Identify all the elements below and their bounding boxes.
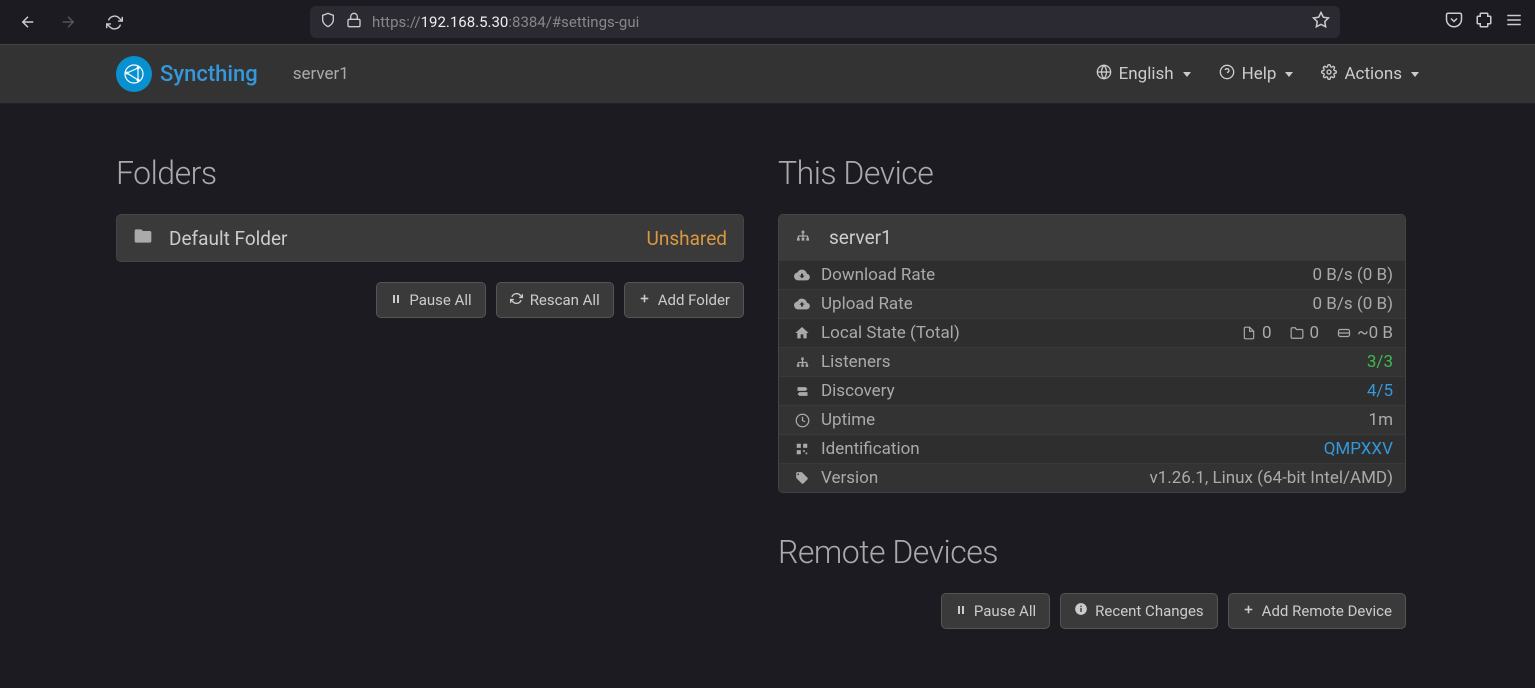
reload-button[interactable] xyxy=(98,6,130,38)
app-navbar: Syncthing server1 English Help Actions xyxy=(0,44,1535,104)
caret-down-icon xyxy=(1183,72,1191,77)
cloud-upload-icon xyxy=(791,296,813,312)
browser-toolbar: https://192.168.5.30:8384/#settings-gui xyxy=(0,0,1535,44)
home-icon xyxy=(791,325,813,341)
pause-icon xyxy=(955,602,967,620)
folder-label: Default Folder xyxy=(169,227,288,250)
recent-changes-button[interactable]: Recent Changes xyxy=(1060,593,1218,629)
info-circle-icon xyxy=(1074,602,1088,620)
question-circle-icon xyxy=(1219,64,1235,85)
pocket-icon[interactable] xyxy=(1445,11,1463,33)
gear-icon xyxy=(1321,64,1337,85)
main-container: Folders Default Folder Unshared Pause Al… xyxy=(0,104,1535,629)
remote-devices-heading: Remote Devices xyxy=(778,533,1406,571)
extensions-icon[interactable] xyxy=(1475,11,1493,33)
qrcode-icon xyxy=(791,442,813,456)
device-header[interactable]: server1 xyxy=(779,215,1405,260)
sitemap-icon xyxy=(795,228,811,248)
brand-name: Syncthing xyxy=(160,62,258,87)
ls-files: 0 xyxy=(1242,323,1272,343)
tag-icon xyxy=(791,471,813,485)
device-name: server1 xyxy=(829,226,892,249)
stats-row-uptime: Uptime 1m xyxy=(779,405,1405,434)
cloud-download-icon xyxy=(791,267,813,283)
signpost-icon xyxy=(791,384,813,399)
syncthing-logo-icon xyxy=(116,56,152,92)
ls-dirs: 0 xyxy=(1290,323,1320,343)
plus-icon xyxy=(1242,602,1255,620)
globe-icon xyxy=(1096,64,1112,85)
add-remote-device-button[interactable]: Add Remote Device xyxy=(1228,593,1406,629)
plus-icon xyxy=(638,291,651,309)
stats-row-discovery: Discovery 4/5 xyxy=(779,376,1405,405)
folder-status: Unshared xyxy=(647,227,727,250)
pause-icon xyxy=(390,291,402,309)
actions-dropdown[interactable]: Actions xyxy=(1321,64,1419,85)
forward-button[interactable] xyxy=(52,6,84,38)
lock-icon xyxy=(346,12,362,32)
sitemap-icon xyxy=(791,355,813,370)
folder-icon xyxy=(133,226,153,250)
navbar-device-name: server1 xyxy=(293,64,349,84)
stats-row-local-state: Local State (Total) 0 0 ~0 B xyxy=(779,318,1405,347)
menu-icon[interactable] xyxy=(1505,11,1523,33)
back-button[interactable] xyxy=(12,6,44,38)
add-folder-button[interactable]: Add Folder xyxy=(624,282,744,318)
stats-row-listeners: Listeners 3/3 xyxy=(779,347,1405,376)
stats-row-upload: Upload Rate 0 B/s (0 B) xyxy=(779,289,1405,318)
this-device-heading: This Device xyxy=(778,154,1406,192)
caret-down-icon xyxy=(1411,72,1419,77)
stats-row-identification: Identification QMPXXV xyxy=(779,434,1405,463)
pause-all-devices-button[interactable]: Pause All xyxy=(941,593,1050,629)
caret-down-icon xyxy=(1285,72,1293,77)
shield-icon xyxy=(320,12,336,32)
ls-size: ~0 B xyxy=(1337,323,1393,343)
brand[interactable]: Syncthing xyxy=(116,56,258,92)
url-text: https://192.168.5.30:8384/#settings-gui xyxy=(372,13,639,31)
stats-row-download: Download Rate 0 B/s (0 B) xyxy=(779,260,1405,289)
stats-row-version: Version v1.26.1, Linux (64-bit Intel/AMD… xyxy=(779,463,1405,492)
folders-heading: Folders xyxy=(116,154,744,192)
clock-icon xyxy=(791,413,813,428)
folder-panel-default[interactable]: Default Folder Unshared xyxy=(116,214,744,262)
help-dropdown[interactable]: Help xyxy=(1219,64,1294,85)
url-bar[interactable]: https://192.168.5.30:8384/#settings-gui xyxy=(310,6,1340,38)
language-dropdown[interactable]: English xyxy=(1096,64,1191,85)
bookmark-star-icon[interactable] xyxy=(1312,11,1330,33)
rescan-all-button[interactable]: Rescan All xyxy=(496,282,614,318)
this-device-panel: server1 Download Rate 0 B/s (0 B) Upload… xyxy=(778,214,1406,493)
pause-all-folders-button[interactable]: Pause All xyxy=(376,282,485,318)
refresh-icon xyxy=(510,291,523,309)
